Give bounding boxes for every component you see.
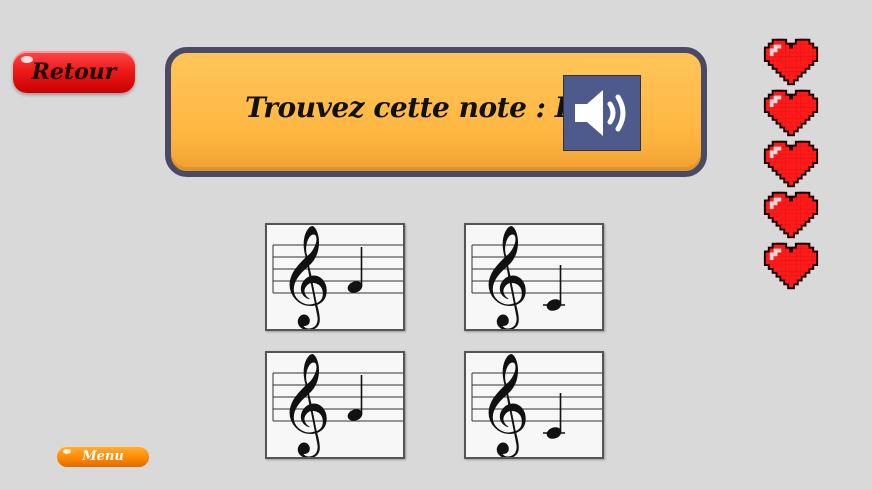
speaker-icon [575, 90, 626, 136]
back-button-label: Retour [31, 59, 117, 85]
answer-card-4[interactable]: 𝄞 [464, 351, 604, 459]
answer-card-2[interactable]: 𝄞 [464, 223, 604, 331]
play-sound-button[interactable] [563, 75, 641, 151]
heart-icon [763, 191, 819, 239]
treble-clef-icon: 𝄞 [279, 353, 331, 457]
answer-card-3[interactable]: 𝄞 [265, 351, 405, 459]
note-icon [347, 375, 363, 421]
heart-icon [763, 38, 819, 86]
prompt-banner: Trouvez cette note : Fa [165, 47, 707, 177]
music-staff: 𝄞 [272, 225, 403, 329]
heart-icon [763, 89, 819, 137]
prompt-text: Trouvez cette note : Fa [245, 91, 591, 124]
music-staff: 𝄞 [471, 225, 602, 329]
answer-card-1[interactable]: 𝄞 [265, 223, 405, 331]
back-button[interactable]: Retour [13, 51, 135, 93]
treble-clef-icon: 𝄞 [279, 225, 331, 329]
menu-button-label: Menu [82, 449, 124, 464]
heart-icon [763, 242, 819, 290]
button-shine [63, 449, 71, 454]
menu-button[interactable]: Menu [57, 446, 149, 467]
music-staff: 𝄞 [471, 353, 602, 457]
treble-clef-icon: 𝄞 [478, 225, 530, 329]
note-icon [347, 247, 363, 293]
button-shine [21, 56, 33, 63]
note-icon [543, 393, 565, 439]
note-icon [543, 265, 565, 311]
music-staff: 𝄞 [272, 353, 403, 457]
treble-clef-icon: 𝄞 [478, 353, 530, 457]
heart-icon [763, 140, 819, 188]
